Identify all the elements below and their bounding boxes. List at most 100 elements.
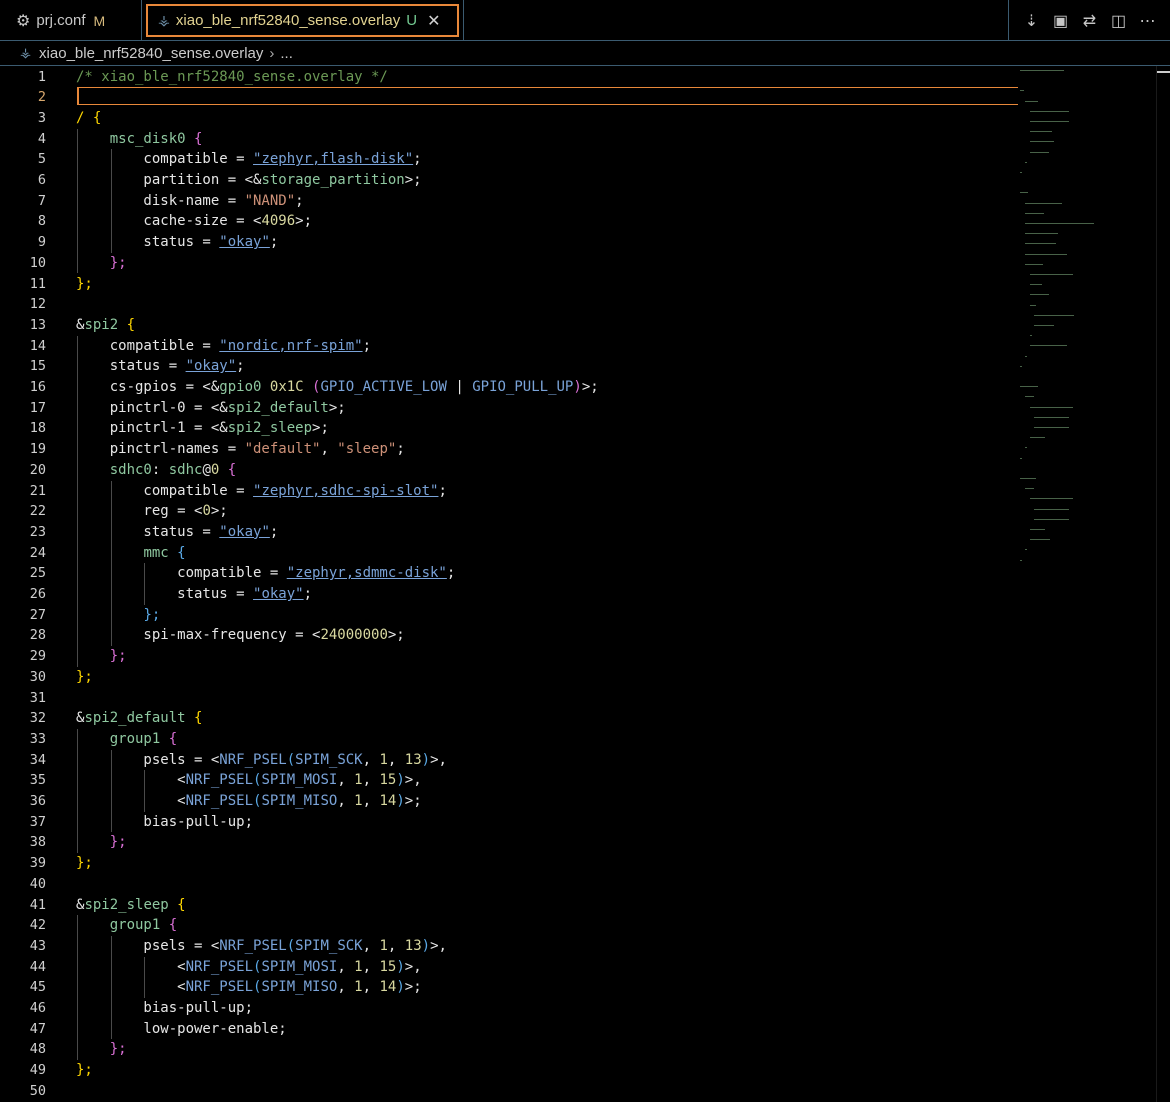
breadcrumb-file[interactable]: xiao_ble_nrf52840_sense.overlay [39,45,263,62]
code-line[interactable]: status = "okay"; [76,522,278,543]
code-line[interactable]: compatible = "nordic,nrf-spim"; [76,336,371,357]
line-number: 27 [29,606,46,623]
code-line[interactable]: / { [76,108,101,129]
code-token: mmc [143,544,169,561]
tab-overlay-file[interactable]: ⚶ xiao_ble_nrf52840_sense.overlay U ✕ [146,4,459,37]
code-line[interactable]: <NRF_PSEL(SPIM_MOSI, 1, 15)>, [76,770,421,791]
code-token: 15 [379,772,397,789]
code-line[interactable]: }; [76,253,127,274]
code-token: >, [404,958,422,975]
minimap-line [1029,437,1046,439]
code-line[interactable]: status = "okay"; [76,356,245,377]
modified-badge: M [93,12,106,29]
line-number: 6 [37,172,46,188]
code-line[interactable]: bias-pull-up; [76,812,253,833]
code-line[interactable]: }; [76,1039,127,1060]
close-icon[interactable]: ✕ [427,11,440,31]
code-line[interactable]: msc_disk0 { [76,129,203,150]
code-line[interactable]: status = "okay"; [76,232,278,253]
code-token: "okay" [185,358,237,375]
code-line[interactable]: compatible = "zephyr,sdmmc-disk"; [76,563,455,584]
minimap-line [1024,161,1028,163]
minimap-line [1034,325,1054,326]
code-line[interactable]: psels = <NRF_PSEL(SPIM_SCK, 1, 13)>, [76,750,447,771]
vertical-scrollbar[interactable] [1156,66,1170,1102]
code-line[interactable]: sdhc0: sdhc@0 { [76,460,236,481]
code-token: >, [430,751,447,768]
code-line[interactable]: pinctrl-names = "default", "sleep"; [76,439,405,460]
code-line[interactable]: }; [76,667,93,688]
code-line[interactable]: <NRF_PSEL(SPIM_MISO, 1, 14)>; [76,977,421,998]
code-editor[interactable]: 1 2 3 4 5 6 7 8 9 10 11 12 13 14 15 16 17 18 19 20 21 22 23 24 2… [0,66,1170,1102]
code-token: { [227,461,237,478]
compare-changes-icon[interactable]: ⇄ [1078,11,1102,31]
minimap[interactable] [1020,66,1154,586]
code-line[interactable]: reg = <0>; [76,501,227,522]
code-line[interactable]: partition = <&storage_partition>; [76,170,421,191]
code-line[interactable]: }; [76,832,127,853]
code-token: { [177,896,186,913]
indent-guide [77,128,78,274]
code-token: sdhc [168,461,203,478]
code-token: }; [109,834,127,851]
scrollbar-thumb[interactable] [1157,71,1170,73]
code-line[interactable]: <NRF_PSEL(SPIM_MISO, 1, 14)>; [76,791,421,812]
code-line[interactable]: compatible = "zephyr,sdhc-spi-slot"; [76,481,447,502]
minimap-line [1024,253,1067,255]
line-number: 5 [37,151,46,168]
code-line[interactable]: psels = <NRF_PSEL(SPIM_SCK, 1, 13)>, [76,936,447,957]
more-actions-icon[interactable]: ⋯ [1136,11,1160,31]
code-line[interactable]: }; [76,274,93,295]
line-number: 4 [37,130,46,147]
line-number: 42 [29,917,46,934]
tab-prj-conf[interactable]: ⚙ prj.conf M [0,0,142,41]
indent-guide [110,149,112,253]
code-token: "okay" [253,586,304,602]
code-line[interactable]: }; [76,1060,93,1081]
minimap-line [1024,355,1028,357]
code-line[interactable]: group1 { [76,915,177,936]
indent-guide [110,935,112,1040]
code-token: { [177,544,186,561]
code-line[interactable]: }; [76,853,93,874]
code-token: ; [438,482,447,499]
code-token: "zephyr,sdmmc-disk" [286,565,447,582]
line-number: 41 [29,896,46,913]
code-line[interactable]: }; [76,646,127,667]
code-token: ( [286,937,296,954]
code-line[interactable]: <NRF_PSEL(SPIM_MOSI, 1, 15)>, [76,957,422,978]
tab-bar: ⚙ prj.conf M ⚶ xiao_ble_nrf52840_sense.o… [0,0,1170,41]
code-line[interactable]: compatible = "zephyr,flash-disk"; [76,149,421,170]
code-line[interactable]: pinctrl-1 = <&spi2_sleep>; [76,418,329,439]
code-line[interactable]: }; [76,605,160,626]
code-line[interactable]: spi-max-frequency = <24000000>; [76,625,404,646]
minimap-line [1024,243,1056,245]
code-line[interactable]: &spi2 { [76,315,135,336]
code-token: msc_disk0 [109,130,186,147]
code-line[interactable]: low-power-enable; [76,1019,286,1040]
code-line[interactable]: /* xiao_ble_nrf52840_sense.overlay */ [76,67,388,88]
line-number: 14 [29,337,46,354]
code-line[interactable]: &spi2_default { [76,708,202,729]
code-token: ) [396,793,405,809]
indent-guide [77,915,78,1061]
code-line[interactable]: pinctrl-0 = <&spi2_default>; [76,398,346,419]
code-token: 4096 [261,213,296,230]
code-line[interactable]: bias-pull-up; [76,998,253,1019]
line-number: 15 [29,358,46,375]
breadcrumb-symbols[interactable]: ... [280,45,293,62]
code-token: bias-pull-up; [76,813,254,830]
download-diff-icon[interactable]: ⇣ [1020,11,1044,31]
code-line[interactable]: cs-gpios = <&gpio0 0x1C (GPIO_ACTIVE_LOW… [76,377,599,398]
code-line[interactable]: mmc { [76,543,186,564]
code-line[interactable]: group1 { [76,729,177,750]
code-line[interactable]: &spi2_sleep { [76,895,186,916]
chip-icon[interactable]: ▣ [1049,11,1073,31]
minimap-line [1029,304,1036,306]
split-editor-icon[interactable]: ◫ [1107,11,1131,31]
